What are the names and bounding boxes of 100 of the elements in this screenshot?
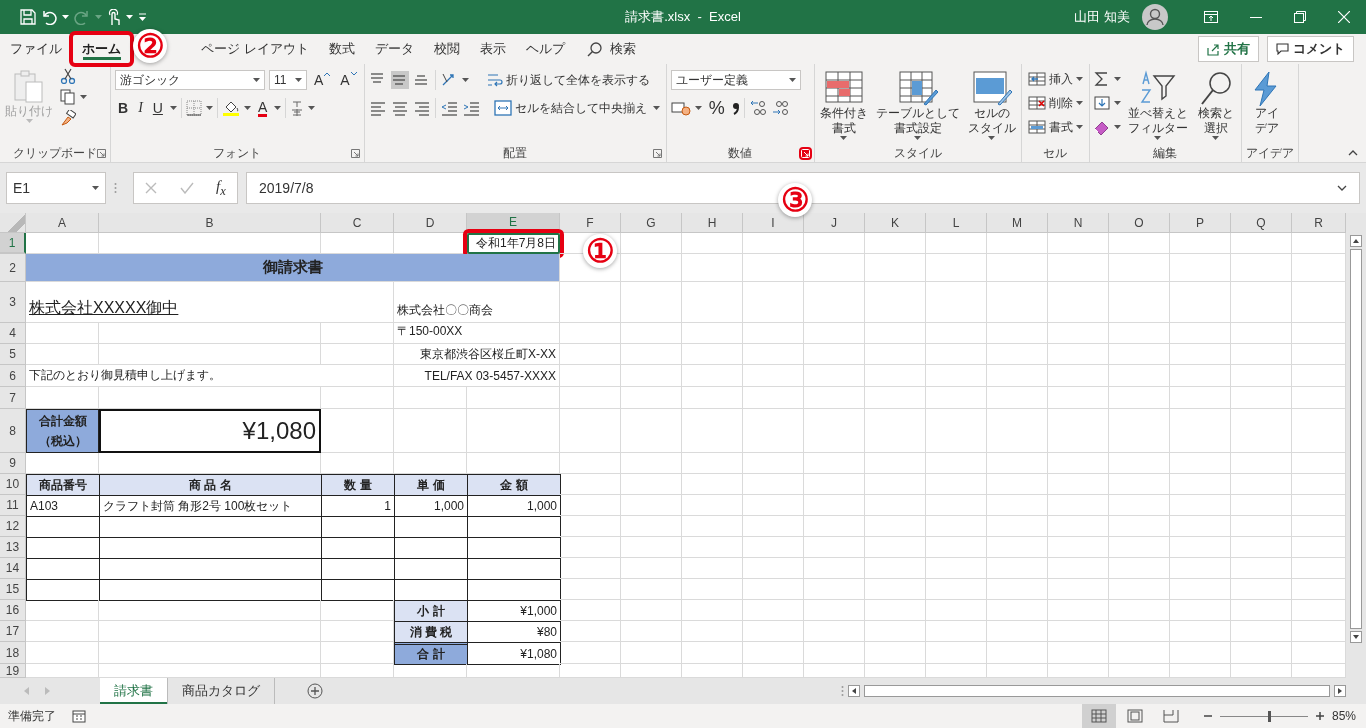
column-header[interactable]: J xyxy=(804,213,865,233)
ribbon-tab[interactable]: ファイル xyxy=(0,34,72,64)
caret-icon[interactable] xyxy=(461,78,469,82)
bold-button[interactable]: B xyxy=(115,100,132,116)
column-header[interactable]: L xyxy=(926,213,987,233)
dialog-launcher-icon[interactable] xyxy=(97,149,106,158)
align-center-icon[interactable] xyxy=(390,99,409,117)
align-left-icon[interactable] xyxy=(368,99,387,117)
row-header[interactable]: 4 xyxy=(0,323,26,344)
caret-icon[interactable] xyxy=(169,106,177,110)
ribbon-tab[interactable]: データ xyxy=(364,34,424,64)
caret-icon[interactable] xyxy=(694,106,702,110)
column-header[interactable]: P xyxy=(1170,213,1231,233)
ribbon-tab[interactable]: 数式 xyxy=(318,34,365,64)
search-label[interactable]: 検索 xyxy=(609,40,636,58)
caret-icon[interactable] xyxy=(1212,136,1220,140)
column-header[interactable]: B xyxy=(99,213,321,233)
undo-icon[interactable] xyxy=(41,9,57,25)
column-header[interactable]: G xyxy=(621,213,682,233)
expand-icon[interactable] xyxy=(1337,185,1347,191)
column-header[interactable]: D xyxy=(394,213,467,233)
avatar-icon[interactable] xyxy=(1142,4,1168,30)
ribbon-button[interactable]: 挿入 xyxy=(1025,68,1085,90)
ribbon-button[interactable]: 削除 xyxy=(1025,92,1085,114)
accounting-format-icon[interactable] xyxy=(670,100,691,116)
dialog-launcher-icon[interactable] xyxy=(350,149,360,158)
ribbon-tab[interactable]: ページ レイアウト xyxy=(191,34,319,64)
ribbon-display-icon[interactable] xyxy=(1204,11,1218,23)
row-header[interactable]: 14 xyxy=(0,558,26,579)
format-painter-icon[interactable] xyxy=(60,110,76,126)
middle-align-icon[interactable] xyxy=(390,71,409,89)
row-header[interactable]: 18 xyxy=(0,642,26,664)
ribbon-tab[interactable]: 校閲 xyxy=(423,34,470,64)
zoom-in-icon[interactable] xyxy=(1315,712,1324,720)
collapse-ribbon-icon[interactable] xyxy=(1348,150,1358,156)
row-header[interactable]: 5 xyxy=(0,344,26,365)
caret-icon[interactable] xyxy=(988,136,996,140)
search-icon[interactable] xyxy=(586,41,602,57)
copy-icon[interactable] xyxy=(60,89,76,105)
caret-icon[interactable] xyxy=(80,95,87,99)
column-header[interactable]: Q xyxy=(1231,213,1292,233)
border-icon[interactable] xyxy=(185,100,202,116)
fill-down-icon[interactable] xyxy=(1093,95,1110,111)
underline-button[interactable]: U xyxy=(149,100,166,116)
row-header[interactable]: 6 xyxy=(0,365,26,387)
phonetic-guide-icon[interactable] xyxy=(290,100,305,116)
ribbon-button[interactable]: 条件付き 書式 xyxy=(818,68,869,144)
row-header[interactable]: 13 xyxy=(0,537,26,558)
zoom-out-icon[interactable] xyxy=(1203,712,1212,720)
caret-icon[interactable] xyxy=(1113,101,1121,105)
customize-icon[interactable] xyxy=(138,13,147,21)
scissors-icon[interactable] xyxy=(60,68,76,84)
caret-icon[interactable] xyxy=(274,106,282,110)
ribbon-tab[interactable]: ホーム xyxy=(72,34,131,64)
row-header[interactable]: 15 xyxy=(0,579,26,600)
comma-style-icon[interactable] xyxy=(731,101,740,115)
caret-icon[interactable] xyxy=(205,106,213,110)
row-header[interactable]: 8 xyxy=(0,409,26,453)
caret-icon[interactable] xyxy=(840,136,848,140)
column-header[interactable]: O xyxy=(1109,213,1170,233)
align-right-icon[interactable] xyxy=(412,99,431,117)
caret-icon[interactable] xyxy=(243,106,251,110)
row-header[interactable]: 11 xyxy=(0,495,26,516)
row-header[interactable]: 17 xyxy=(0,621,26,642)
sheet-tab[interactable]: 請求書 xyxy=(100,678,168,704)
scroll-left-icon[interactable] xyxy=(848,685,860,697)
save-icon[interactable] xyxy=(20,9,36,25)
ribbon-button[interactable]: セルの スタイル xyxy=(966,68,1017,144)
column-header[interactable]: K xyxy=(865,213,926,233)
column-header[interactable]: M xyxy=(987,213,1048,233)
fill-color-icon[interactable] xyxy=(221,99,240,117)
row-header[interactable]: 7 xyxy=(0,387,26,409)
row-header[interactable]: 10 xyxy=(0,474,26,495)
check-icon[interactable] xyxy=(179,182,194,194)
caret-icon[interactable] xyxy=(62,15,69,19)
font-size-field[interactable]: 11 xyxy=(269,70,307,90)
caret-icon[interactable] xyxy=(253,78,260,82)
sheet-tab[interactable]: 商品カタログ xyxy=(168,678,275,704)
scroll-thumb-icon[interactable] xyxy=(1350,249,1362,629)
caret-icon[interactable] xyxy=(126,15,133,19)
eraser-icon[interactable] xyxy=(1093,119,1110,135)
ribbon-button[interactable]: 検索と 選択 xyxy=(1194,68,1237,144)
wrap-text-button[interactable]: 折り返して全体を表示する xyxy=(484,71,652,89)
caret-icon[interactable] xyxy=(92,186,99,190)
restore-icon[interactable] xyxy=(1294,11,1306,23)
increase-decimal-icon[interactable] xyxy=(748,100,767,116)
row-header[interactable]: 9 xyxy=(0,453,26,474)
comment-button[interactable]: コメント xyxy=(1267,36,1354,62)
dialog-launcher-icon[interactable] xyxy=(652,149,662,158)
number-format-field[interactable]: ユーザー定義 xyxy=(670,70,801,90)
ribbon-button[interactable]: 書式 xyxy=(1025,116,1085,138)
ribbon-button[interactable]: アイ デア xyxy=(1245,68,1288,144)
page-layout-view-icon[interactable] xyxy=(1126,709,1143,723)
caret-icon[interactable] xyxy=(1075,125,1083,129)
row-header[interactable]: 2 xyxy=(0,254,26,282)
row-header[interactable]: 1 xyxy=(0,233,26,254)
sum-icon[interactable] xyxy=(1093,71,1110,87)
percent-button[interactable]: % xyxy=(705,97,728,119)
caret-icon[interactable] xyxy=(1075,101,1083,105)
ribbon-button[interactable]: テーブルとして 書式設定 xyxy=(874,68,961,144)
